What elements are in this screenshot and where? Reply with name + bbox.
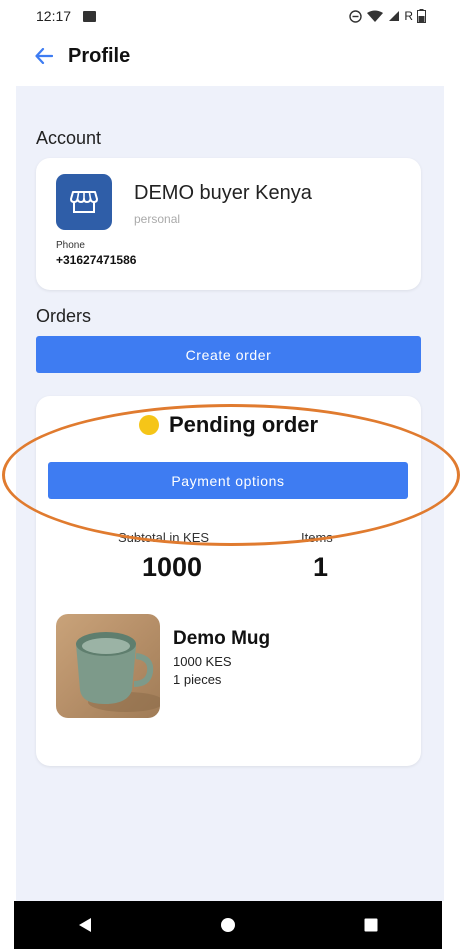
phone-value: +31627471586	[56, 253, 137, 267]
product-quantity: 1 pieces	[173, 672, 222, 687]
app-bar: Profile	[0, 34, 462, 78]
network-letter: R	[404, 9, 413, 23]
square-recents-icon	[364, 918, 378, 932]
order-card: Pending order Payment options Subtotal i…	[36, 396, 421, 766]
nav-back-button[interactable]	[65, 905, 105, 945]
payment-options-button[interactable]: Payment options	[48, 462, 408, 499]
product-name: Demo Mug	[173, 628, 271, 649]
nav-home-button[interactable]	[208, 905, 248, 945]
mug-icon	[76, 632, 160, 712]
battery-icon	[417, 9, 426, 23]
account-type: personal	[134, 212, 181, 226]
triangle-back-icon	[79, 918, 92, 932]
status-bar: 12:17 R	[0, 0, 462, 32]
account-section-label: Account	[36, 128, 102, 148]
arrow-left-icon	[35, 48, 53, 64]
order-status: Pending order	[36, 412, 421, 438]
nav-recents-button[interactable]	[351, 905, 391, 945]
subtotal-value: 1000	[142, 552, 203, 582]
wifi-icon	[367, 10, 384, 22]
signal-icon	[389, 11, 400, 21]
status-time: 12:17	[36, 8, 72, 24]
create-order-button[interactable]: Create order	[36, 336, 421, 373]
account-card: DEMO buyer Kenya personal Phone +3162747…	[36, 158, 421, 290]
status-dot-icon	[138, 415, 159, 435]
store-icon	[56, 174, 112, 230]
back-button[interactable]	[32, 44, 56, 68]
orders-section-label: Orders	[36, 306, 92, 326]
items-value: 1	[313, 552, 329, 582]
system-navigation-bar	[14, 901, 442, 949]
order-status-text: Pending order	[168, 412, 319, 437]
product-image[interactable]	[56, 614, 160, 718]
page-title: Profile	[68, 44, 131, 67]
subtotal-label: Subtotal in KES	[118, 530, 210, 545]
items-label: Items	[301, 530, 333, 545]
do-not-disturb-icon	[349, 9, 363, 23]
phone-label: Phone	[56, 240, 85, 251]
account-name: DEMO buyer Kenya	[134, 182, 312, 204]
circle-home-icon	[220, 918, 235, 932]
profile-content: Account DEMO buyer Kenya personal Phone …	[16, 86, 444, 901]
product-price: 1000 KES	[173, 654, 232, 669]
status-icons: R	[349, 9, 426, 23]
image-notification-icon	[83, 10, 97, 22]
